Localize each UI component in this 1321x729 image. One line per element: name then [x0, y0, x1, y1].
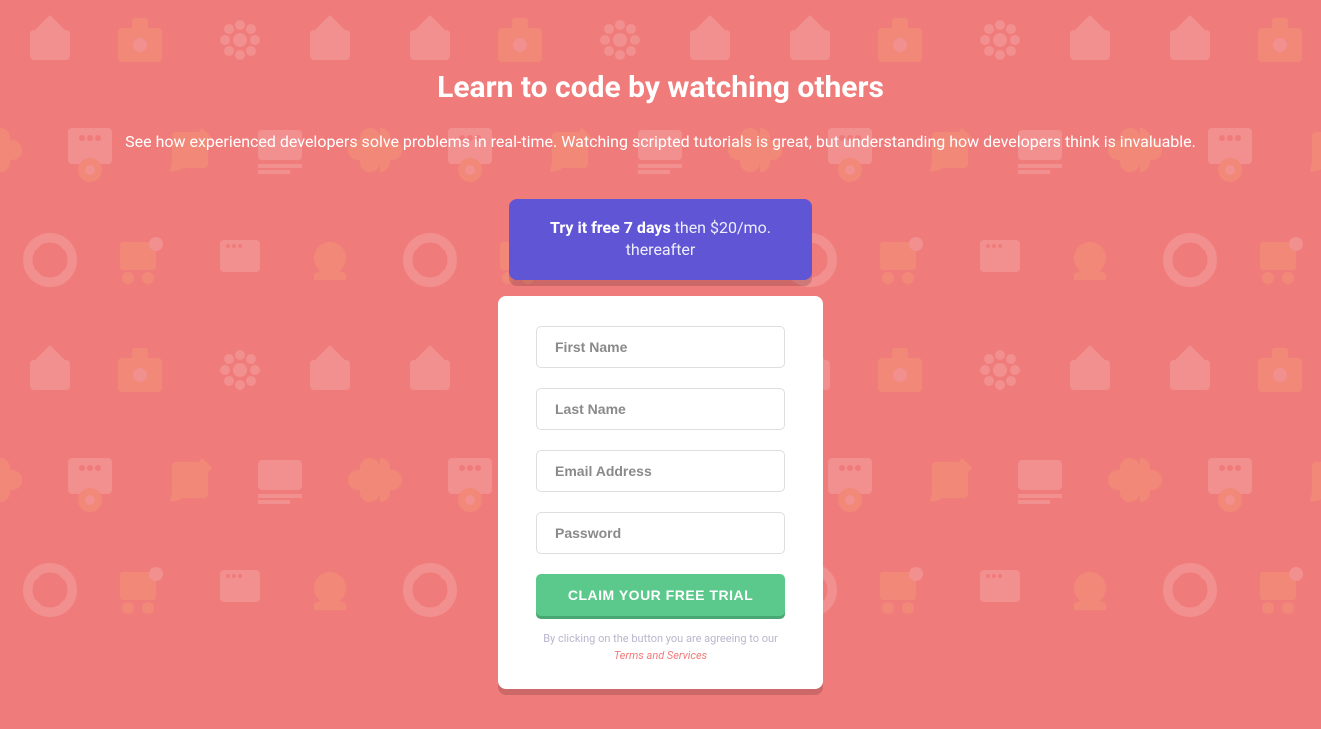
- terms-link[interactable]: Terms and Services: [614, 649, 707, 662]
- signup-form-card: CLAIM YOUR FREE TRIAL By clicking on the…: [498, 296, 823, 689]
- first-name-field[interactable]: [536, 326, 785, 368]
- page-title: Learn to code by watching others: [437, 70, 884, 105]
- promo-bold-text: Try it free 7 days: [550, 218, 671, 237]
- email-field[interactable]: [536, 450, 785, 492]
- promo-banner[interactable]: Try it free 7 days then $20/mo. thereaft…: [509, 199, 812, 280]
- last-name-field[interactable]: [536, 388, 785, 430]
- terms-prefix: By clicking on the button you are agreei…: [543, 632, 778, 645]
- password-field[interactable]: [536, 512, 785, 554]
- terms-text: By clicking on the button you are agreei…: [536, 630, 785, 665]
- claim-trial-button[interactable]: CLAIM YOUR FREE TRIAL: [536, 574, 785, 616]
- page-subtitle: See how experienced developers solve pro…: [125, 130, 1196, 154]
